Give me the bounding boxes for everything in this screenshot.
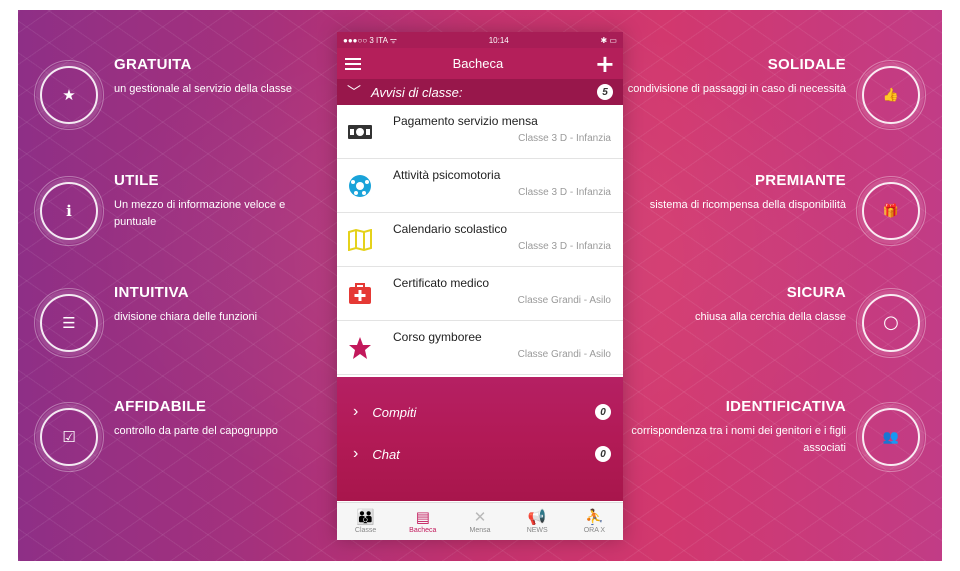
- feature-desc: sistema di ricompensa della disponibilit…: [649, 199, 846, 211]
- section-label: Compiti: [372, 404, 417, 420]
- map-icon: [347, 227, 373, 253]
- feature-title: UTILE: [114, 172, 159, 189]
- tab-classe[interactable]: 👪 Classe: [337, 503, 394, 540]
- tab-ora-x[interactable]: ⛹ ORA X: [566, 503, 623, 540]
- feature-premiante: 🎁 PREMIANTE sistema di ricompensa della …: [600, 172, 926, 246]
- list-item[interactable]: Pagamento servizio mensa Classe 3 D - In…: [337, 105, 623, 159]
- info-icon: ℹ: [34, 176, 104, 246]
- count-badge: 0: [595, 404, 611, 420]
- status-time: 10:14: [488, 35, 509, 45]
- feature-affidabile: ☑ AFFIDABILE controllo da parte del capo…: [34, 398, 340, 472]
- section-label: Avvisi di classe:: [371, 84, 463, 100]
- gift-icon: 🎁: [856, 176, 926, 246]
- feature-title: INTUITIVA: [114, 284, 189, 301]
- feature-desc: divisione chiara delle funzioni: [114, 311, 258, 323]
- section-avvisi-header[interactable]: ﹀ Avvisi di classe: 5: [337, 79, 623, 105]
- medkit-icon: [347, 281, 373, 307]
- section-compiti[interactable]: › Compiti 0: [337, 391, 623, 433]
- tab-news[interactable]: 📢 NEWS: [509, 503, 566, 540]
- feature-identificativa: 👥 IDENTIFICATIVA corrispondenza tra i no…: [600, 398, 926, 472]
- cutlery-icon: ✕: [473, 507, 487, 526]
- star-icon: [347, 335, 373, 361]
- chevron-down-icon: ﹀: [347, 84, 361, 100]
- people-icon: 👪: [356, 507, 375, 526]
- feature-gratuita: ★ GRATUITA un gestionale al servizio del…: [34, 56, 340, 130]
- checkbox-icon: ☑: [34, 402, 104, 472]
- feature-title: SOLIDALE: [767, 56, 846, 73]
- list-item[interactable]: Attività psicomotoria Classe 3 D - Infan…: [337, 159, 623, 213]
- item-subtitle: Classe 3 D - Infanzia: [518, 187, 611, 198]
- menu-icon[interactable]: [345, 57, 361, 70]
- list-item[interactable]: Calendario scolastico Classe 3 D - Infan…: [337, 213, 623, 267]
- board-icon: ▤: [415, 507, 430, 526]
- notice-list: Pagamento servizio mensa Classe 3 D - In…: [337, 105, 623, 375]
- count-badge: 0: [595, 446, 611, 462]
- nav-bar: Bacheca +: [337, 48, 623, 79]
- section-chat[interactable]: › Chat 0: [337, 433, 623, 475]
- tab-label: Classe: [354, 526, 377, 534]
- feature-desc: corrispondenza tra i nomi dei genitori e…: [631, 425, 846, 454]
- activity-icon: ⛹: [585, 507, 604, 526]
- tab-bacheca[interactable]: ▤ Bacheca: [394, 503, 451, 540]
- tab-mensa[interactable]: ✕ Mensa: [451, 503, 508, 540]
- item-subtitle: Classe Grandi - Asilo: [517, 295, 611, 306]
- feature-solidale: 👍 SOLIDALE condivisione di passaggi in c…: [600, 56, 926, 130]
- item-subtitle: Classe 3 D - Infanzia: [518, 133, 611, 144]
- circle-icon: ○: [856, 288, 926, 358]
- list-icon: ☰: [34, 288, 104, 358]
- list-item[interactable]: Certificato medico Classe Grandi - Asilo: [337, 267, 623, 321]
- item-title: Calendario scolastico: [393, 222, 508, 236]
- tab-label: NEWS: [526, 526, 548, 534]
- item-title: Certificato medico: [393, 276, 490, 290]
- battery-icon: ✱ ▭: [600, 35, 617, 45]
- count-badge: 5: [597, 84, 613, 100]
- money-icon: [347, 119, 373, 145]
- feature-intuitiva: ☰ INTUITIVA divisione chiara delle funzi…: [34, 284, 340, 358]
- feature-utile: ℹ UTILE Un mezzo di informazione veloce …: [34, 172, 340, 246]
- feature-desc: condivisione di passaggi in caso di nece…: [627, 83, 846, 95]
- chevron-right-icon: ›: [353, 445, 359, 462]
- feature-desc: un gestionale al servizio della classe: [114, 83, 292, 95]
- status-bar: ●●●○○ 3 ITA ᯤ 10:14 ✱ ▭: [337, 32, 623, 48]
- item-title: Attività psicomotoria: [393, 168, 501, 182]
- item-subtitle: Classe Grandi - Asilo: [517, 349, 611, 360]
- tab-label: Bacheca: [409, 526, 437, 534]
- page-title: Bacheca: [452, 56, 504, 71]
- chevron-right-icon: ›: [353, 403, 359, 420]
- item-title: Pagamento servizio mensa: [393, 114, 538, 128]
- add-button[interactable]: +: [595, 52, 615, 76]
- thumbs-up-icon: 👍: [856, 60, 926, 130]
- list-item[interactable]: Corso gymboree Classe Grandi - Asilo: [337, 321, 623, 375]
- feature-desc: controllo da parte del capogruppo: [114, 425, 278, 437]
- megaphone-icon: 📢: [527, 507, 547, 526]
- collapsed-sections: › Compiti 0 › Chat 0: [337, 377, 623, 501]
- feature-title: PREMIANTE: [754, 172, 846, 189]
- feature-title: GRATUITA: [114, 56, 192, 73]
- soccer-ball-icon: [347, 173, 373, 199]
- star-icon: ★: [34, 60, 104, 130]
- carrier-signal: ●●●○○ 3 ITA ᯤ: [343, 35, 397, 45]
- tab-label: ORA X: [583, 526, 606, 534]
- tab-label: Mensa: [469, 526, 491, 534]
- feature-title: SICURA: [786, 284, 846, 301]
- users-icon: 👥: [856, 402, 926, 472]
- phone-screen: ●●●○○ 3 ITA ᯤ 10:14 ✱ ▭ Bacheca + ﹀ Avvi…: [337, 32, 623, 540]
- item-subtitle: Classe 3 D - Infanzia: [518, 241, 611, 252]
- tab-bar: 👪 Classe ▤ Bacheca ✕ Mensa 📢 NEWS ⛹ ORA …: [337, 502, 623, 540]
- item-title: Corso gymboree: [393, 330, 482, 344]
- feature-title: IDENTIFICATIVA: [725, 398, 846, 415]
- feature-sicura: ○ SICURA chiusa alla cerchia della class…: [600, 284, 926, 358]
- feature-desc: chiusa alla cerchia della classe: [694, 311, 846, 323]
- feature-desc: Un mezzo di informazione veloce e puntua…: [114, 199, 286, 228]
- feature-title: AFFIDABILE: [114, 398, 207, 415]
- section-label: Chat: [372, 446, 400, 462]
